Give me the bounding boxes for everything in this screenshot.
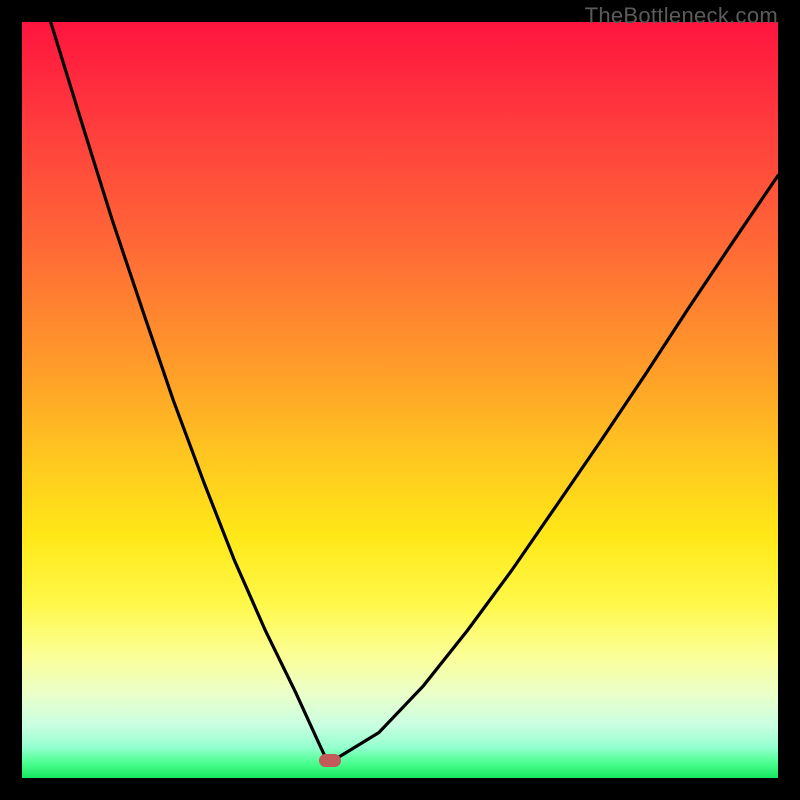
optimal-marker [319, 754, 341, 767]
bottleneck-curve [22, 22, 778, 778]
chart-frame: TheBottleneck.com [0, 0, 800, 800]
plot-area [22, 22, 778, 778]
watermark-text: TheBottleneck.com [585, 3, 778, 29]
